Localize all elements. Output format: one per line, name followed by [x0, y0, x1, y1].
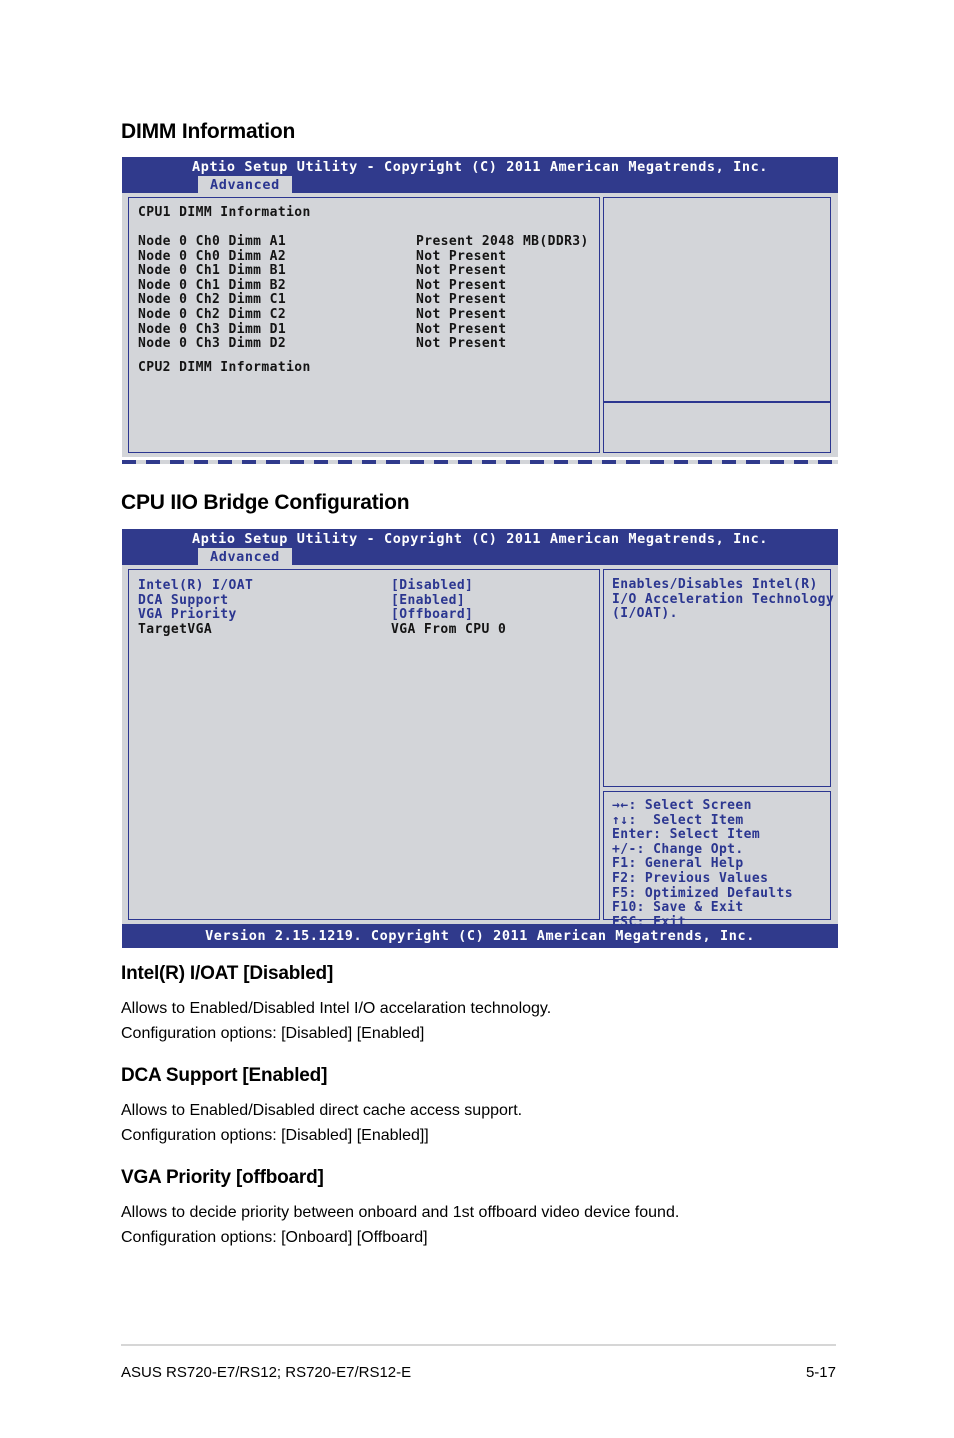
- dimm-status-value: Not Present: [416, 263, 507, 279]
- setting-label: TargetVGA: [138, 621, 213, 637]
- setting-label: DCA Support: [138, 592, 229, 608]
- setting-row[interactable]: DCA Support [Enabled]: [138, 592, 592, 609]
- settings-panel: Intel(R) I/OAT [Disabled] DCA Support [Enab…: [128, 569, 600, 920]
- dimm-slot-label: Node 0 Ch2 Dimm C1: [138, 292, 287, 308]
- nav-key-line: ↑↓: Select Item: [612, 812, 744, 828]
- help-text-line: Enables/Disables Intel(R): [612, 577, 818, 592]
- setting-label: Intel(R) I/OAT: [138, 578, 254, 593]
- section-heading-cpu-iio-bridge-configuration: CPU IIO Bridge Configuration: [121, 491, 410, 514]
- dimm-status-value: Not Present: [416, 336, 507, 352]
- footer-divider: [121, 1344, 836, 1346]
- bios-titlebar: Aptio Setup Utility - Copyright (C) 2011…: [122, 157, 838, 195]
- nav-key-line: F1: General Help: [612, 856, 744, 872]
- dimm-status-value: Not Present: [416, 277, 507, 293]
- cpu1-dimm-information-label: CPU1 DIMM Information: [138, 205, 311, 220]
- bios-title-text-2: Aptio Setup Utility - Copyright (C) 2011…: [192, 531, 769, 547]
- bios-title-text: Aptio Setup Utility - Copyright (C) 2011…: [192, 159, 769, 175]
- description-line1-dca-support: Allows to Enabled/Disabled direct cache …: [121, 1102, 523, 1119]
- nav-key-line: F10: Save & Exit: [612, 900, 744, 916]
- setting-value[interactable]: [Enabled]: [391, 593, 465, 609]
- help-text: Enables/Disables Intel(R) I/O Acceleratio…: [612, 577, 835, 622]
- help-text-line: (I/OAT).: [612, 606, 678, 622]
- bios-screenshot-cut-edge: [122, 457, 838, 466]
- setting-value[interactable]: [Disabled]: [391, 578, 473, 594]
- dimm-slot-label: Node 0 Ch0 Dimm A1: [138, 234, 287, 249]
- description-line2-intel-ioat: Configuration options: [Disabled] [Enabl…: [121, 1025, 425, 1042]
- description-line1-intel-ioat: Allows to Enabled/Disabled Intel I/O acc…: [121, 1000, 552, 1017]
- dimm-status-value: Not Present: [416, 292, 507, 308]
- dimm-slot-label: Node 0 Ch3 Dimm D2: [138, 336, 287, 352]
- dimm-slot-label: Node 0 Ch1 Dimm B1: [138, 263, 287, 279]
- footer-product-name: ASUS RS720-E7/RS12; RS720-E7/RS12-E: [121, 1364, 412, 1381]
- setting-value[interactable]: VGA From CPU 0: [391, 622, 506, 638]
- help-panel-empty: [603, 197, 831, 402]
- description-heading-vga-priority: VGA Priority [offboard]: [121, 1167, 324, 1188]
- bios-screen-dimm-information: Aptio Setup Utility - Copyright (C) 2011…: [122, 157, 838, 466]
- setting-row[interactable]: Intel(R) I/OAT [Disabled]: [138, 578, 592, 594]
- settings-item-list: Intel(R) I/OAT [Disabled] DCA Support [Enab…: [138, 578, 592, 638]
- description-line2-vga-priority: Configuration options: [Onboard] [Offboa…: [121, 1229, 428, 1246]
- nav-key-line: F5: Optimized Defaults: [612, 885, 793, 901]
- dimm-slot-label: Node 0 Ch2 Dimm C2: [138, 306, 287, 322]
- dimm-list-panel: CPU1 DIMM Information Node 0 Ch0 Dimm A1…: [128, 197, 600, 453]
- setting-value[interactable]: [Offboard]: [391, 608, 473, 623]
- dimm-status-value: Present 2048 MB(DDR3): [416, 234, 589, 249]
- dimm-status-value: Not Present: [416, 248, 507, 264]
- bios-body-2: Intel(R) I/OAT [Disabled] DCA Support [Enab…: [122, 565, 838, 929]
- bios-titlebar-2: Aptio Setup Utility - Copyright (C) 2011…: [122, 529, 838, 567]
- help-text-line: I/O Acceleration Technology: [612, 591, 835, 607]
- dimm-slot-label: Node 0 Ch0 Dimm A2: [138, 248, 287, 264]
- dimm-slot-label: Node 0 Ch3 Dimm D1: [138, 321, 287, 337]
- setting-row[interactable]: TargetVGA VGA From CPU 0: [138, 621, 592, 638]
- nav-key-line: F2: Previous Values: [612, 870, 769, 886]
- cpu2-dimm-information-label: CPU2 DIMM Information: [138, 360, 311, 375]
- nav-key-line: +/-: Change Opt.: [612, 841, 744, 857]
- nav-key-line: Enter: Select Item: [612, 827, 761, 843]
- setting-label: VGA Priority: [138, 607, 237, 623]
- section-heading-dimm-information: DIMM Information: [121, 120, 296, 143]
- dimm-status-value: Not Present: [416, 306, 507, 322]
- nav-keys-list: →←: Select Screen ↑↓: Select Item Enter: S…: [612, 798, 793, 930]
- nav-panel-empty: [603, 402, 831, 453]
- description-heading-intel-ioat: Intel(R) I/OAT [Disabled]: [121, 963, 334, 984]
- footer-page-number: 5-17: [805, 1364, 836, 1381]
- description-heading-dca-support: DCA Support [Enabled]: [121, 1065, 328, 1086]
- setting-row[interactable]: VGA Priority [Offboard]: [138, 608, 592, 623]
- description-line2-dca-support: Configuration options: [Disabled] [Enabl…: [121, 1127, 429, 1144]
- description-line1-vga-priority: Allows to decide priority between onboar…: [121, 1204, 680, 1221]
- bios-body: CPU1 DIMM Information Node 0 Ch0 Dimm A1…: [122, 193, 838, 457]
- dimm-status-value: Not Present: [416, 321, 507, 337]
- dimm-slot-label: Node 0 Ch1 Dimm B2: [138, 277, 287, 293]
- bios-screen-cpu-iio-bridge: Aptio Setup Utility - Copyright (C) 2011…: [122, 529, 838, 948]
- nav-key-line: →←: Select Screen: [612, 798, 752, 813]
- nav-keys-panel: →←: Select Screen ↑↓: Select Item Enter: S…: [603, 791, 831, 929]
- help-panel: Enables/Disables Intel(R) I/O Acceleratio…: [603, 569, 835, 787]
- nav-key-line: ESC: Exit: [612, 914, 687, 930]
